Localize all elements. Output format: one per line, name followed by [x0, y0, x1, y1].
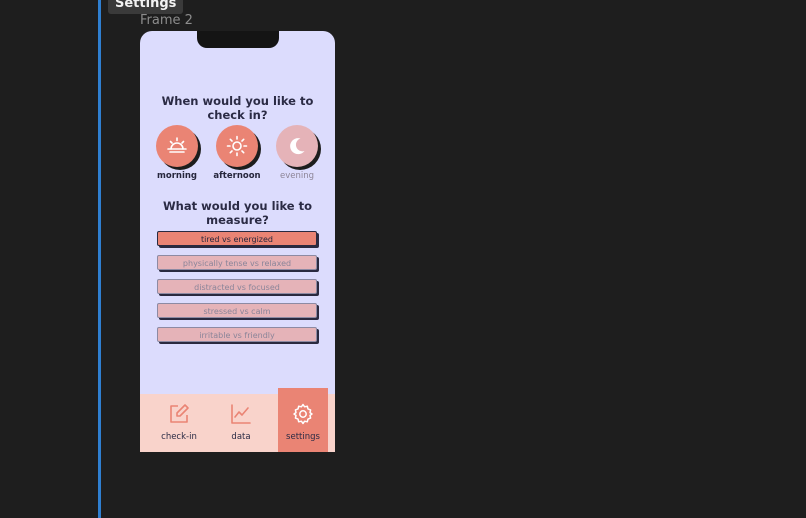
measure-option-irritable-friendly[interactable]: irritable vs friendly [157, 327, 317, 342]
phone-frame: When would you like to check in? morning [140, 31, 335, 452]
nav-item-data[interactable]: data [216, 394, 266, 452]
sunrise-icon [167, 137, 187, 153]
time-circle-evening[interactable] [276, 125, 318, 167]
measure-option-distracted-focused[interactable]: distracted vs focused [157, 279, 317, 294]
gear-icon [293, 403, 313, 425]
time-option-morning[interactable]: morning [152, 125, 202, 181]
time-circle-morning[interactable] [156, 125, 198, 167]
moon-icon [290, 138, 305, 155]
time-option-evening[interactable]: evening [272, 125, 322, 181]
time-label-evening: evening [279, 171, 315, 181]
time-circle-afternoon[interactable] [216, 125, 258, 167]
nav-item-settings[interactable]: settings [278, 394, 328, 452]
measure-options: tired vs energized physically tense vs r… [157, 231, 317, 351]
nav-label-check-in: check-in [161, 432, 197, 442]
selection-guide-line [98, 0, 101, 518]
edit-icon [170, 404, 189, 423]
checkin-times: morning afternoon evening [140, 125, 335, 185]
measure-option-tense-relaxed[interactable]: physically tense vs relaxed [157, 255, 317, 270]
sun-icon [226, 135, 248, 157]
time-option-afternoon[interactable]: afternoon [212, 125, 262, 181]
time-label-afternoon: afternoon [213, 171, 261, 181]
chart-line-icon [231, 404, 251, 424]
frame-label[interactable]: Frame 2 [140, 13, 193, 28]
selection-tag[interactable]: Settings [108, 0, 184, 14]
phone-notch [197, 31, 279, 48]
time-label-morning: morning [157, 171, 197, 181]
measure-question: What would you like to measure? [162, 199, 313, 227]
nav-label-data: data [231, 432, 251, 442]
checkin-question: When would you like to check in? [161, 94, 314, 122]
nav-item-check-in[interactable]: check-in [154, 394, 204, 452]
measure-option-tired-energized[interactable]: tired vs energized [157, 231, 317, 246]
nav-label-settings: settings [286, 432, 320, 442]
measure-option-stressed-calm[interactable]: stressed vs calm [157, 303, 317, 318]
